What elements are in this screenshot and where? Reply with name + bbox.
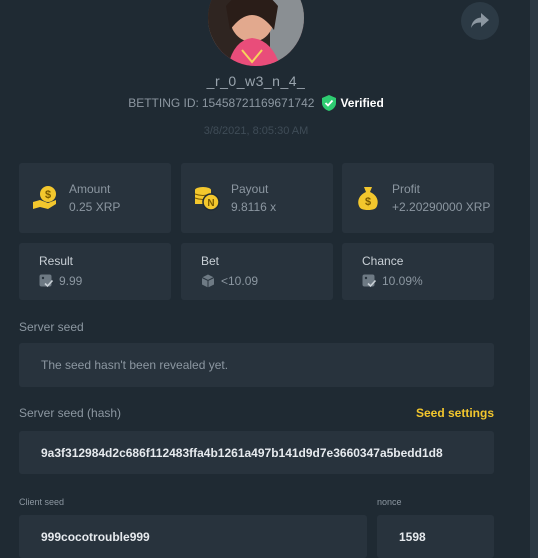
profit-label: Profit (392, 182, 421, 196)
share-icon (471, 13, 489, 28)
coin-hand-icon: $ (33, 186, 56, 209)
coin-stack-icon: N (194, 187, 220, 211)
server-seed-label: Server seed (19, 320, 84, 334)
server-seed-field: The seed hasn't been revealed yet. (19, 343, 494, 387)
shield-check-icon (322, 95, 337, 111)
dice-check-icon (362, 274, 376, 288)
bet-value: <10.09 (221, 274, 259, 288)
server-seed-hash-label: Server seed (hash) (19, 406, 122, 420)
svg-text:$: $ (365, 196, 371, 208)
server-seed-message: The seed hasn't been revealed yet. (41, 358, 229, 372)
nonce-label: nonce (377, 497, 402, 507)
amount-card: $ Amount 0.25 XRP (19, 163, 171, 233)
verified-badge: Verified (322, 95, 384, 111)
avatar (208, 0, 304, 66)
seed-settings-link[interactable]: Seed settings (416, 406, 494, 420)
chance-card: Chance 10.09% (342, 243, 494, 300)
money-bag-icon: $ (358, 187, 378, 210)
bet-id-row: BETTING ID: 15458721169671742 Verified (0, 95, 512, 111)
profit-value: +2.20290000 XRP (392, 200, 491, 214)
bet-card: Bet <10.09 (181, 243, 333, 300)
result-value: 9.99 (59, 274, 83, 288)
chance-value: 10.09% (382, 274, 423, 288)
server-seed-hash-value: 9a3f312984d2c686f112483ffa4b1261a497b141… (41, 445, 443, 460)
payout-value: 9.8116 x (231, 200, 277, 214)
bet-id-label: BETTING ID: (128, 96, 199, 110)
profit-card: $ Profit +2.20290000 XRP (342, 163, 494, 233)
share-button[interactable] (461, 2, 499, 40)
amount-label: Amount (69, 182, 111, 196)
client-seed-field[interactable]: 999cocotrouble999 (19, 515, 367, 558)
result-label: Result (39, 254, 74, 268)
dice-check-icon (39, 274, 53, 288)
nonce-value: 1598 (399, 529, 426, 544)
server-seed-hash-field[interactable]: 9a3f312984d2c686f112483ffa4b1261a497b141… (19, 431, 494, 474)
bet-label: Bet (201, 254, 220, 268)
client-seed-value: 999cocotrouble999 (41, 529, 150, 544)
svg-text:N: N (207, 198, 214, 209)
result-card: Result 9.99 (19, 243, 171, 300)
chance-label: Chance (362, 254, 404, 268)
amount-value: 0.25 XRP (69, 200, 121, 214)
bet-id-value: 15458721169671742 (201, 96, 315, 110)
dice-icon (201, 274, 215, 288)
svg-text:$: $ (45, 189, 51, 201)
bet-details-page: _r_0_w3_n_4_ BETTING ID: 154587211696717… (0, 0, 538, 558)
payout-label: Payout (231, 182, 269, 196)
client-seed-label: Client seed (19, 497, 65, 507)
bet-timestamp: 3/8/2021, 8:05:30 AM (203, 125, 309, 137)
payout-card: N Payout 9.8116 x (181, 163, 333, 233)
scrollbar-track[interactable] (530, 0, 538, 558)
nonce-field[interactable]: 1598 (377, 515, 494, 558)
username: _r_0_w3_n_4_ (206, 73, 306, 89)
verified-label: Verified (340, 96, 384, 110)
